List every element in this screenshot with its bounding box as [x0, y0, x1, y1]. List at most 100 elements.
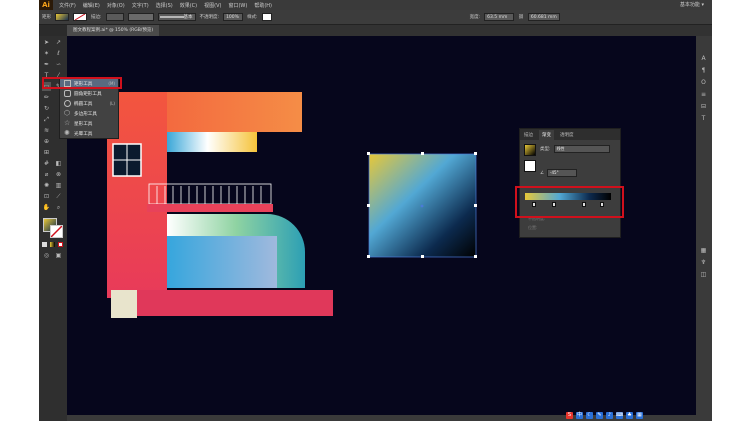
- moon-icon[interactable]: ☾: [586, 412, 593, 419]
- gradient-angle-row: ∠ -45°: [540, 169, 578, 177]
- star-icon: ☆: [64, 119, 71, 127]
- control-bar: 矩形 描边: 基本 不透明度: 100% 样式: 宽度: 63.5 mm ⛓ 6…: [39, 10, 712, 25]
- symbol-sprayer-tool-icon[interactable]: ✺: [42, 181, 51, 190]
- hand-tool-icon[interactable]: ✋: [42, 203, 51, 212]
- gradient-mode-icon[interactable]: [50, 242, 55, 247]
- width-field[interactable]: 63.5 mm: [484, 13, 515, 21]
- gradient-angle-field[interactable]: -45°: [547, 169, 578, 177]
- tab-transparency[interactable]: 透明度: [560, 132, 574, 138]
- menu-window[interactable]: 窗口(W): [228, 2, 247, 9]
- gradient-tool-icon[interactable]: ◧: [54, 159, 63, 168]
- blend-tool-icon[interactable]: ⊗: [54, 170, 63, 179]
- scale-tool-icon[interactable]: ⤢: [42, 115, 51, 124]
- flyout-item-flare[interactable]: ✺ 光晕工具: [60, 129, 118, 138]
- perspective-grid-tool-icon[interactable]: ⊞: [42, 148, 51, 157]
- layers-panel-icon[interactable]: ◫: [699, 270, 708, 279]
- keyboard-icon[interactable]: ⌨: [616, 412, 623, 419]
- stroke-color-icon[interactable]: [50, 225, 63, 238]
- tab-stroke[interactable]: 描边: [524, 132, 533, 138]
- flyout-item-rounded-rectangle[interactable]: 圆角矩形工具: [60, 89, 118, 98]
- shirt-icon[interactable]: ♣: [626, 412, 633, 419]
- gradient-thumbnail[interactable]: [524, 144, 536, 156]
- gradient-stroke-thumbnail[interactable]: [524, 160, 536, 172]
- grid-icon[interactable]: ▦: [636, 412, 643, 419]
- fill-swatch[interactable]: [55, 13, 69, 21]
- menu-view[interactable]: 视图(V): [204, 2, 221, 9]
- pen-icon[interactable]: ✎: [596, 412, 603, 419]
- paragraph-panel-icon[interactable]: ¶: [699, 66, 708, 75]
- tab-gradient[interactable]: 渐变: [539, 129, 554, 140]
- right-panel-dock: A ¶ O ≡ ⊟ T ▦ ♆ ◫: [696, 36, 712, 421]
- color-mode-icon[interactable]: [42, 242, 47, 247]
- transform-panel-icon[interactable]: T: [699, 114, 708, 123]
- opentype-panel-icon[interactable]: O: [699, 78, 708, 87]
- zoom-tool-icon[interactable]: ⌕: [54, 203, 63, 212]
- screen-mode-icon[interactable]: ▣: [54, 251, 63, 260]
- flyout-item-ellipse[interactable]: 椭圆工具 (L): [60, 99, 118, 108]
- stroke-weight-field[interactable]: [105, 13, 124, 21]
- direct-selection-tool-icon[interactable]: ↗: [54, 38, 63, 47]
- link-icon[interactable]: ⛓: [518, 15, 524, 20]
- menu-edit[interactable]: 编辑(E): [83, 2, 100, 9]
- menu-effect[interactable]: 效果(C): [180, 2, 197, 9]
- menu-file[interactable]: 文件(F): [59, 2, 76, 9]
- stop-location-label: 位置:: [528, 225, 538, 230]
- lasso-tool-icon[interactable]: ℓ: [54, 49, 63, 58]
- railing-bars: [156, 186, 262, 204]
- brushes-panel-icon[interactable]: ♆: [699, 258, 708, 267]
- variable-width-profile[interactable]: [127, 13, 154, 21]
- gradient-panel-tabs: 描边 渐变 透明度: [520, 129, 620, 140]
- flyout-label: 星形工具: [74, 121, 93, 127]
- width-tool-icon[interactable]: ≋: [42, 126, 51, 135]
- style-label: 样式:: [247, 15, 258, 20]
- menu-type[interactable]: 文字(T): [132, 2, 149, 9]
- selection-tool-icon[interactable]: ➤: [42, 38, 51, 47]
- magic-wand-tool-icon[interactable]: ✶: [42, 49, 51, 58]
- shape-builder-tool-icon[interactable]: ⊕: [42, 137, 51, 146]
- flyout-label: 多边形工具: [74, 111, 97, 117]
- swatches-panel-icon[interactable]: ▦: [699, 246, 708, 255]
- gradient-slider-highlight: [515, 186, 624, 218]
- ground-slab: [129, 290, 333, 316]
- pencil-tool-icon[interactable]: ✏: [42, 93, 51, 102]
- none-mode-icon[interactable]: [58, 242, 63, 247]
- workspace-switcher[interactable]: 基本功能 ▾: [680, 1, 704, 8]
- draw-mode-icon[interactable]: ◎: [42, 251, 51, 260]
- brush-definition[interactable]: 基本: [157, 13, 196, 21]
- graphic-style-swatch[interactable]: [261, 13, 272, 21]
- column-graph-tool-icon[interactable]: ▥: [54, 181, 63, 190]
- glyphs-panel-icon[interactable]: ≡: [699, 90, 708, 99]
- chinese-icon[interactable]: 中: [576, 412, 583, 419]
- artboard-tool-icon[interactable]: ⊡: [42, 192, 51, 201]
- rotate-tool-icon[interactable]: ↻: [42, 104, 51, 113]
- opacity-field[interactable]: 100%: [223, 13, 244, 21]
- align-panel-icon[interactable]: ⊟: [699, 102, 708, 111]
- sogou-icon[interactable]: S: [566, 412, 573, 419]
- pen-tool-icon[interactable]: ✒: [42, 60, 51, 69]
- character-panel-icon[interactable]: A: [699, 54, 708, 63]
- polygon-icon: ⬡: [64, 109, 71, 117]
- menu-help[interactable]: 帮助(H): [254, 2, 272, 9]
- height-field[interactable]: 60.681 mm: [527, 13, 560, 21]
- gradient-type-select[interactable]: 线性: [553, 145, 610, 153]
- ime-tray: S 中 ☾ ✎ ♪ ⌨ ♣ ▦: [566, 412, 643, 419]
- menu-object[interactable]: 对象(O): [107, 2, 125, 9]
- document-tab[interactable]: 图文教程案例.ai* @ 150% (RGB/预览): [67, 25, 160, 36]
- mic-icon[interactable]: ♪: [606, 412, 613, 419]
- flyout-shortcut: (L): [109, 101, 115, 106]
- menu-select[interactable]: 选择(S): [156, 2, 173, 9]
- stroke-swatch[interactable]: [73, 13, 87, 21]
- curvature-tool-icon[interactable]: ∽: [54, 60, 63, 69]
- flyout-label: 椭圆工具: [74, 101, 93, 107]
- slice-tool-icon[interactable]: ⟋: [54, 192, 63, 201]
- type-label: 类型:: [540, 147, 551, 152]
- eyedropper-tool-icon[interactable]: ⌀: [42, 170, 51, 179]
- rounded-rectangle-icon: [64, 90, 71, 97]
- stairs-shape: [111, 290, 137, 318]
- mesh-tool-icon[interactable]: #: [42, 159, 51, 168]
- flyout-item-star[interactable]: ☆ 星形工具: [60, 119, 118, 128]
- width-label: 宽度:: [469, 15, 481, 20]
- menu-bar: Ai 文件(F) 编辑(E) 对象(O) 文字(T) 选择(S) 效果(C) 视…: [39, 0, 712, 10]
- flare-icon: ✺: [64, 129, 70, 137]
- flyout-item-polygon[interactable]: ⬡ 多边形工具: [60, 109, 118, 118]
